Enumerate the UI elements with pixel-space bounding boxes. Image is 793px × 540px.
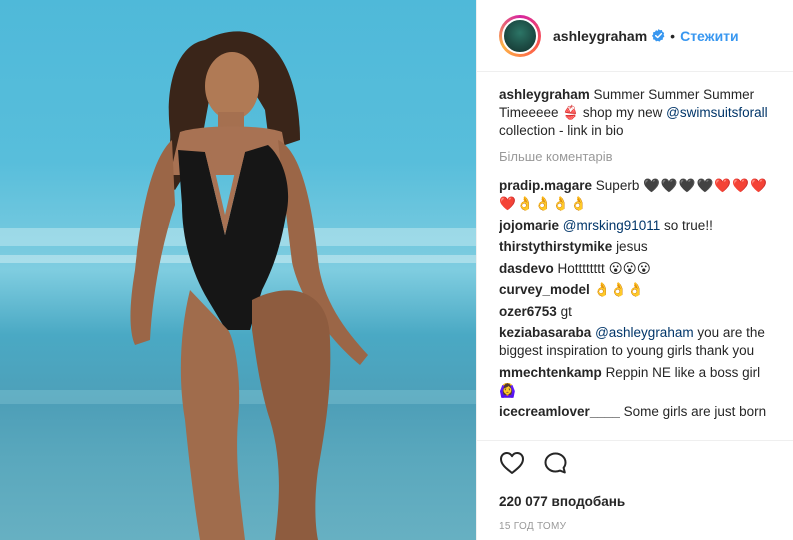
separator-dot: •: [670, 27, 676, 44]
comment-item: jojomarie @mrsking91011 so true!!: [499, 217, 779, 235]
avatar-image: [502, 17, 538, 54]
comment-username[interactable]: icecreamlover____: [499, 404, 620, 419]
post-timestamp[interactable]: 15 год тому: [499, 521, 793, 532]
comment-username[interactable]: dasdevo: [499, 261, 554, 276]
comment-username[interactable]: mmechtenkamp: [499, 365, 602, 380]
post-side-panel: ashleygraham • Стежити ashleygraham Summ…: [476, 0, 793, 540]
comment-username[interactable]: pradip.magare: [499, 178, 592, 193]
post-header: ashleygraham • Стежити: [477, 0, 793, 72]
comment-text: Some girls are just born: [623, 404, 767, 419]
post-actions: 220 077 вподобань 15 год тому: [477, 440, 793, 532]
post-caption: ashleygraham Summer Summer Summer Timeee…: [499, 86, 779, 140]
photo-illustration: [0, 31, 476, 540]
caption-text: collection - link in bio: [499, 123, 624, 138]
action-icons: [499, 451, 793, 477]
comments-list[interactable]: ashleygraham Summer Summer Summer Timeee…: [499, 86, 779, 440]
comment-icon[interactable]: [543, 451, 569, 477]
follow-button[interactable]: Стежити: [680, 28, 739, 44]
comment-mention-link[interactable]: @ashleygraham: [595, 325, 694, 340]
comment-text: Reppin NE like a boss girl: [605, 364, 761, 380]
comment-item: pradip.magare Superb 🖤🖤🖤🖤❤️❤️❤️❤️👌👌👌👌: [499, 177, 779, 213]
comment-item: thirstythirstymike jesus: [499, 238, 779, 256]
caption-text: shop my new: [579, 105, 667, 120]
comment-text: Hotttttttt: [557, 260, 605, 276]
comment-item: dasdevo Hotttttttt 😮😮😮: [499, 260, 779, 278]
comment-item: icecreamlover____ Some girls are just bo…: [499, 403, 779, 421]
avatar[interactable]: [499, 14, 541, 57]
likes-count[interactable]: 220 077 вподобань: [499, 494, 793, 509]
comment-text: Superb: [595, 178, 640, 193]
comment-item: keziabasaraba @ashleygraham you are the …: [499, 324, 779, 360]
comment-item: ozer6753 gt: [499, 303, 779, 321]
comment-text: gt: [560, 303, 572, 319]
comment-emoji: 🙆‍♀️: [499, 382, 516, 398]
post-photo[interactable]: [0, 0, 476, 540]
load-more-comments-button[interactable]: Більше коментарів: [499, 148, 779, 166]
comment-username[interactable]: ozer6753: [499, 304, 557, 319]
bikini-emoji-icon: 👙: [562, 105, 580, 120]
heart-icon[interactable]: [499, 451, 525, 477]
comment-item: curvey_model 👌👌👌: [499, 281, 779, 299]
instagram-post: ashleygraham • Стежити ashleygraham Summ…: [0, 0, 793, 540]
comment-emoji: 😮😮😮: [608, 260, 651, 276]
caption-username[interactable]: ashleygraham: [499, 87, 590, 102]
comment-username[interactable]: thirstythirstymike: [499, 239, 612, 254]
author-username[interactable]: ashleygraham: [553, 28, 647, 44]
comment-username[interactable]: curvey_model: [499, 282, 590, 297]
comment-username[interactable]: keziabasaraba: [499, 325, 591, 340]
comment-item: mmechtenkamp Reppin NE like a boss girl …: [499, 364, 779, 400]
comment-mention-link[interactable]: @mrsking91011: [563, 218, 661, 233]
verified-badge-icon: [652, 29, 665, 42]
comment-text: jesus: [616, 239, 648, 254]
comment-text: so true!!: [660, 217, 713, 233]
comment-username[interactable]: jojomarie: [499, 218, 559, 233]
comment-emoji: 👌👌👌: [593, 282, 644, 297]
caption-mention-link[interactable]: @swimsuitsforall: [666, 105, 767, 120]
